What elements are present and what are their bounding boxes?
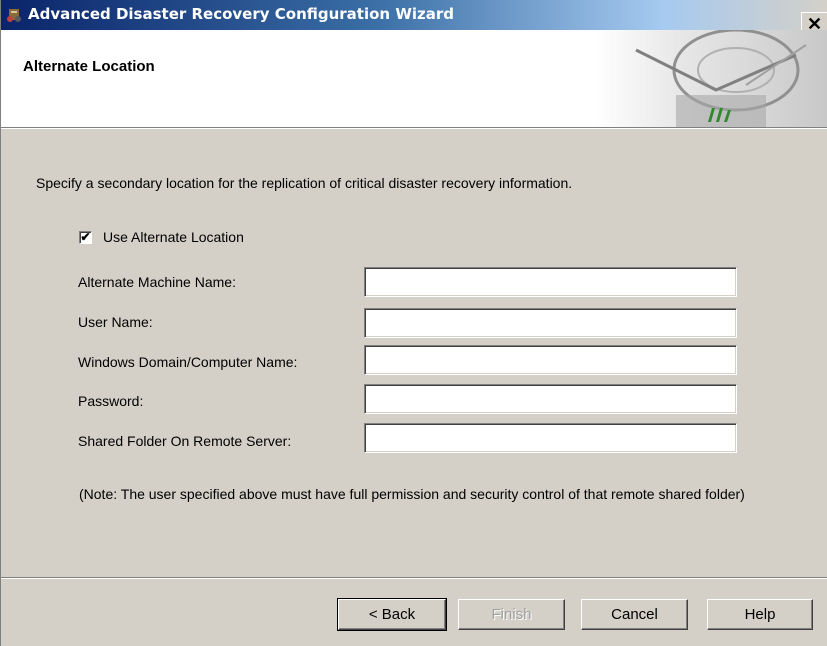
page-title: Alternate Location	[23, 58, 155, 75]
wizard-window: Advanced Disaster Recovery Configuration…	[0, 0, 827, 646]
password-label: Password:	[78, 393, 144, 409]
password-input[interactable]	[364, 384, 737, 414]
window-title: Advanced Disaster Recovery Configuration…	[28, 5, 454, 23]
help-button[interactable]: Help	[707, 599, 813, 630]
windows-domain-input[interactable]	[364, 345, 737, 375]
title-bar[interactable]: Advanced Disaster Recovery Configuration…	[1, 0, 827, 30]
cancel-button[interactable]: Cancel	[581, 599, 688, 630]
header-divider	[1, 127, 827, 129]
windows-domain-label: Windows Domain/Computer Name:	[78, 354, 298, 370]
alternate-machine-name-label: Alternate Machine Name:	[78, 274, 236, 290]
user-name-input[interactable]	[364, 308, 737, 338]
permission-note: (Note: The user specified above must hav…	[79, 486, 745, 502]
shared-folder-label: Shared Folder On Remote Server:	[78, 433, 292, 449]
checkmark-icon: ✔	[80, 230, 91, 244]
back-button[interactable]: < Back	[337, 598, 447, 631]
app-wizard-icon	[6, 7, 22, 23]
alternate-machine-name-input[interactable]	[364, 267, 737, 297]
description-text: Specify a secondary location for the rep…	[36, 175, 573, 191]
footer-divider	[1, 577, 827, 579]
use-alternate-location-checkbox[interactable]: ✔	[79, 231, 92, 244]
user-name-label: User Name:	[78, 314, 153, 330]
wizard-header-art	[596, 28, 827, 127]
finish-button[interactable]: Finish	[458, 599, 565, 630]
wizard-header: Alternate Location	[1, 28, 827, 127]
use-alternate-location-label[interactable]: Use Alternate Location	[103, 229, 244, 245]
shared-folder-input[interactable]	[364, 423, 737, 453]
